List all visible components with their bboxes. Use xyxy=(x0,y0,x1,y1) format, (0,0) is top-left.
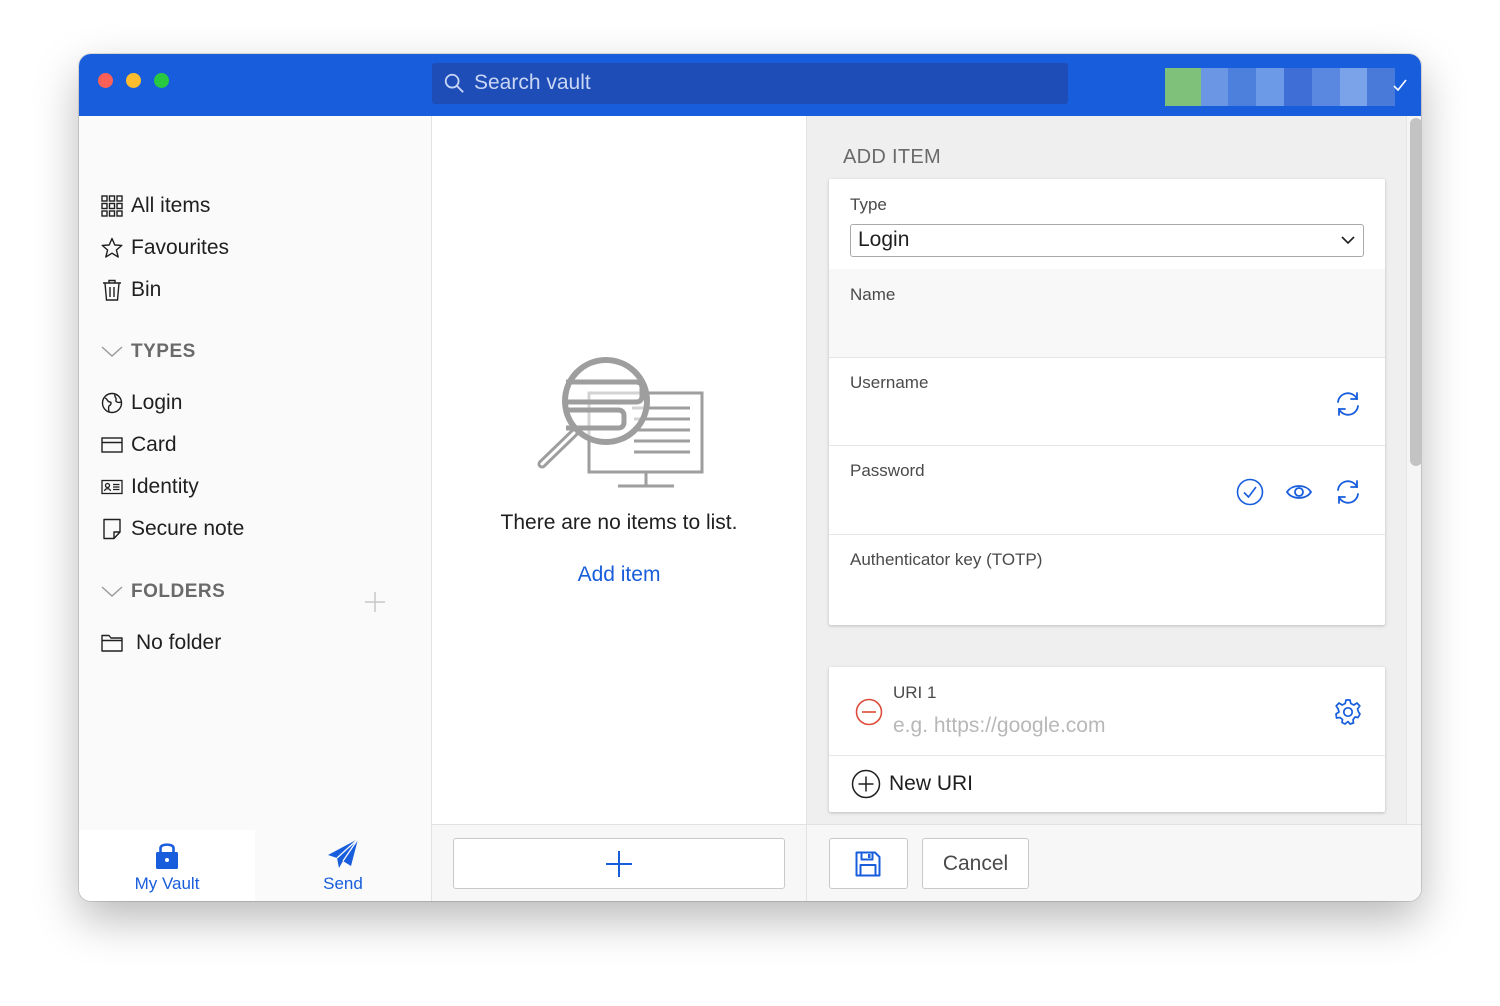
no-results-illustration xyxy=(537,357,704,488)
trash-icon xyxy=(103,279,121,301)
sidebar-item-label: Favourites xyxy=(131,236,230,259)
sidebar-item-label: Identity xyxy=(131,475,199,498)
chevron-down-icon xyxy=(101,586,123,597)
chevron-down-icon xyxy=(1341,236,1355,245)
totp-label: Authenticator key (TOTP) xyxy=(850,550,1043,569)
note-icon xyxy=(103,518,121,540)
paper-plane-icon xyxy=(328,838,359,868)
gear-icon[interactable] xyxy=(1334,698,1362,726)
globe-icon xyxy=(101,392,123,414)
sidebar: All items Favourites Bin TYPES Login Car… xyxy=(79,116,432,901)
sidebar-item-label: No folder xyxy=(136,631,222,654)
list-footer xyxy=(432,824,806,901)
save-icon xyxy=(855,851,881,877)
chevron-down-icon xyxy=(101,346,123,357)
sidebar-item-label: Card xyxy=(131,433,177,456)
type-row: Type Login xyxy=(829,179,1385,270)
name-field[interactable]: Name xyxy=(829,269,1385,358)
generate-username-icon[interactable] xyxy=(1334,390,1362,418)
account-avatar-block xyxy=(1200,68,1229,106)
add-circle-icon xyxy=(851,769,881,799)
tab-label: Send xyxy=(323,874,363,893)
folders-heading: FOLDERS xyxy=(131,581,226,602)
types-heading: TYPES xyxy=(131,341,196,362)
folders-section-toggle[interactable]: FOLDERS xyxy=(101,581,225,603)
uri-card: URI 1 e.g. https://google.com New URI xyxy=(829,667,1385,812)
name-label: Name xyxy=(850,285,896,304)
type-label: Type xyxy=(850,195,887,214)
username-label: Username xyxy=(850,373,929,392)
account-avatar-block xyxy=(1228,68,1257,106)
account-switcher[interactable] xyxy=(1165,68,1396,106)
item-details-card: Type Login Name Username Password Authen… xyxy=(829,179,1385,625)
detail-footer: Cancel xyxy=(807,824,1421,901)
empty-state-message: There are no items to list. xyxy=(500,511,738,534)
item-list-pane: There are no items to list. Add item xyxy=(432,116,807,901)
account-avatar-block xyxy=(1311,68,1340,106)
folder-icon xyxy=(101,634,123,652)
types-section-toggle[interactable]: TYPES xyxy=(101,341,196,363)
search-icon xyxy=(444,73,464,93)
search-vault[interactable]: Search vault xyxy=(432,63,1068,104)
search-placeholder: Search vault xyxy=(474,71,591,94)
sidebar-item-all-items[interactable]: All items xyxy=(101,190,210,222)
sidebar-item-secure-note[interactable]: Secure note xyxy=(101,513,244,545)
tab-label: My Vault xyxy=(134,874,200,893)
page-title: ADD ITEM xyxy=(843,146,941,168)
cancel-button[interactable]: Cancel xyxy=(922,838,1029,889)
close-window-button[interactable] xyxy=(98,73,113,88)
username-field[interactable]: Username xyxy=(829,357,1385,446)
password-label: Password xyxy=(850,461,925,480)
grid-icon xyxy=(101,195,123,217)
password-field[interactable]: Password xyxy=(829,445,1385,535)
sidebar-item-card[interactable]: Card xyxy=(101,429,177,461)
account-avatar-block xyxy=(1367,68,1396,106)
sidebar-item-label: Login xyxy=(131,391,183,414)
sidebar-item-label: Bin xyxy=(131,278,162,301)
check-icon xyxy=(1393,79,1407,92)
app-window: Search vault All items Favourites Bin TY… xyxy=(79,54,1421,901)
totp-field[interactable]: Authenticator key (TOTP) xyxy=(829,534,1385,625)
scrollbar-thumb[interactable] xyxy=(1410,118,1421,466)
check-password-icon[interactable] xyxy=(1236,478,1264,506)
type-select[interactable]: Login xyxy=(850,224,1364,257)
add-item-pane: ADD ITEM Type Login Name Username Passwo… xyxy=(807,116,1421,901)
uri-label: URI 1 xyxy=(893,683,937,702)
new-uri-button[interactable]: New URI xyxy=(851,769,973,799)
save-button[interactable] xyxy=(829,838,908,889)
add-item-button[interactable] xyxy=(453,838,785,889)
add-folder-icon[interactable] xyxy=(363,590,387,614)
star-icon xyxy=(101,237,123,258)
account-avatar-block xyxy=(1339,68,1368,106)
type-select-value: Login xyxy=(858,228,910,251)
title-bar: Search vault xyxy=(79,54,1421,116)
remove-uri-icon[interactable] xyxy=(855,698,883,726)
plus-icon xyxy=(606,851,632,877)
id-card-icon xyxy=(101,479,123,495)
uri-input[interactable]: e.g. https://google.com xyxy=(893,714,1105,738)
generate-password-icon[interactable] xyxy=(1334,478,1362,506)
account-avatar-block xyxy=(1165,68,1201,106)
sidebar-item-login[interactable]: Login xyxy=(101,387,182,419)
sidebar-item-label: Secure note xyxy=(131,517,245,540)
lock-icon xyxy=(156,843,178,869)
eye-icon[interactable] xyxy=(1285,478,1313,506)
bottom-tab-bar: My Vault Send xyxy=(79,830,431,901)
tab-send[interactable]: Send xyxy=(255,830,431,901)
sidebar-item-identity[interactable]: Identity xyxy=(101,471,199,503)
account-avatar-block xyxy=(1283,68,1312,106)
credit-card-icon xyxy=(101,437,123,453)
new-uri-label: New URI xyxy=(889,772,974,795)
uri-row: URI 1 e.g. https://google.com xyxy=(829,667,1385,756)
add-item-link[interactable]: Add item xyxy=(432,563,806,587)
sidebar-item-favourites[interactable]: Favourites xyxy=(101,232,229,264)
tab-my-vault[interactable]: My Vault xyxy=(79,830,255,901)
sidebar-item-no-folder[interactable]: No folder xyxy=(101,627,221,659)
sidebar-item-bin[interactable]: Bin xyxy=(101,274,161,306)
zoom-window-button[interactable] xyxy=(154,73,169,88)
sidebar-item-label: All items xyxy=(131,194,211,217)
minimize-window-button[interactable] xyxy=(126,73,141,88)
account-avatar-block xyxy=(1256,68,1284,106)
